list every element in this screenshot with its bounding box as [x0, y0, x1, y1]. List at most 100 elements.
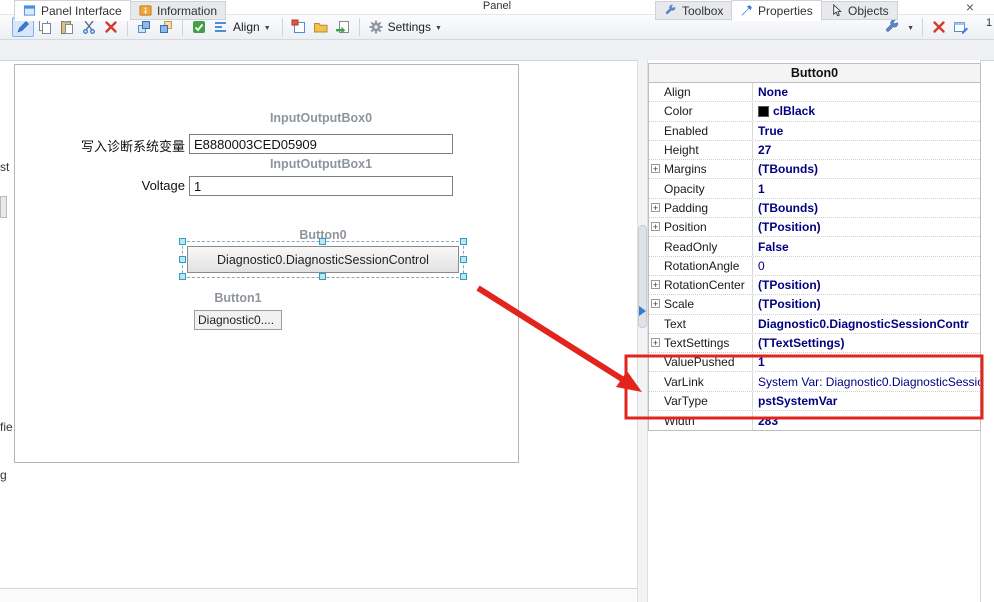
property-value[interactable]: 1: [758, 182, 765, 196]
property-value-cell[interactable]: 283: [753, 411, 980, 430]
resize-handle-bottom-left[interactable]: [179, 273, 186, 280]
property-value-cell[interactable]: None: [753, 83, 980, 101]
splitter-collapse-icon[interactable]: [639, 306, 646, 316]
resize-handle-top-right[interactable]: [460, 238, 467, 245]
expand-icon[interactable]: +: [651, 222, 660, 231]
expand-icon[interactable]: [651, 126, 660, 135]
property-value-cell[interactable]: System Var: Diagnostic0.DiagnosticSessio: [753, 372, 980, 390]
tools-button[interactable]: [881, 17, 903, 37]
expand-icon[interactable]: [651, 396, 660, 405]
resize-handle-top-left[interactable]: [179, 238, 186, 245]
property-value[interactable]: 283: [758, 414, 778, 428]
expand-icon[interactable]: [651, 357, 660, 366]
resize-handle-bottom-center[interactable]: [319, 273, 326, 280]
property-value[interactable]: (TPosition): [758, 297, 821, 311]
property-row[interactable]: ReadOnly False: [649, 237, 980, 256]
expand-icon[interactable]: [651, 87, 660, 96]
property-value[interactable]: System Var: Diagnostic0.DiagnosticSessio: [758, 375, 980, 389]
tab-objects[interactable]: Objects: [821, 1, 898, 20]
property-value[interactable]: (TBounds): [758, 201, 818, 215]
expand-icon[interactable]: [651, 319, 660, 328]
button0[interactable]: Diagnostic0.DiagnosticSessionControl: [187, 246, 459, 273]
property-value-cell[interactable]: pstSystemVar: [753, 392, 980, 410]
expand-icon[interactable]: +: [651, 338, 660, 347]
property-row[interactable]: Color clBlack: [649, 102, 980, 121]
open-button[interactable]: [310, 17, 332, 37]
property-value-cell[interactable]: 0: [753, 257, 980, 275]
property-value-cell[interactable]: (TPosition): [753, 295, 980, 313]
property-value[interactable]: (TPosition): [758, 220, 821, 234]
tab-panel-interface[interactable]: Panel Interface: [14, 0, 131, 21]
expand-icon[interactable]: [651, 106, 660, 115]
property-value-cell[interactable]: (TPosition): [753, 218, 980, 236]
property-value-cell[interactable]: (TPosition): [753, 276, 980, 294]
expand-icon[interactable]: [651, 376, 660, 385]
property-row[interactable]: +RotationCenter (TPosition): [649, 276, 980, 295]
property-row[interactable]: Opacity 1: [649, 179, 980, 198]
property-value[interactable]: False: [758, 240, 789, 254]
inputoutputbox0-field[interactable]: E8880003CED05909: [189, 134, 453, 154]
property-row[interactable]: Height 27: [649, 141, 980, 160]
property-value[interactable]: 27: [758, 143, 771, 157]
align-dropdown-button[interactable]: Align ▼: [210, 17, 277, 37]
expand-icon[interactable]: +: [651, 164, 660, 173]
property-value-cell[interactable]: (TBounds): [753, 199, 980, 217]
button1[interactable]: Diagnostic0....: [194, 310, 282, 330]
resize-handle-middle-left[interactable]: [179, 256, 186, 263]
property-value-cell[interactable]: 1: [753, 353, 980, 371]
property-value-cell[interactable]: (TBounds): [753, 160, 980, 178]
property-row[interactable]: ValuePushed 1: [649, 353, 980, 372]
tab-properties[interactable]: Properties: [731, 0, 822, 21]
property-row[interactable]: Enabled True: [649, 122, 980, 141]
inputoutputbox1-field[interactable]: 1: [189, 176, 453, 196]
expand-icon[interactable]: [651, 183, 660, 192]
property-value-cell[interactable]: (TTextSettings): [753, 334, 980, 352]
property-row[interactable]: +Position (TPosition): [649, 218, 980, 237]
property-value[interactable]: pstSystemVar: [758, 394, 837, 408]
property-value[interactable]: True: [758, 124, 783, 138]
property-value[interactable]: 0: [758, 259, 765, 273]
property-value[interactable]: (TTextSettings): [758, 336, 844, 350]
resize-handle-top-center[interactable]: [319, 238, 326, 245]
remove-panel-button[interactable]: [928, 17, 950, 37]
property-row[interactable]: Text Diagnostic0.DiagnosticSessionContr: [649, 315, 980, 334]
property-row[interactable]: VarType pstSystemVar: [649, 392, 980, 411]
property-row[interactable]: +TextSettings (TTextSettings): [649, 334, 980, 353]
property-value-cell[interactable]: False: [753, 237, 980, 255]
property-value[interactable]: (TBounds): [758, 162, 818, 176]
expand-icon[interactable]: [651, 261, 660, 270]
edit-panel-button[interactable]: [950, 17, 972, 37]
close-button[interactable]: ×: [966, 0, 974, 15]
expand-icon[interactable]: +: [651, 280, 660, 289]
vertical-scrollbar[interactable]: [637, 60, 648, 602]
property-row[interactable]: RotationAngle 0: [649, 257, 980, 276]
tab-information[interactable]: Information: [130, 1, 226, 20]
property-value[interactable]: (TPosition): [758, 278, 821, 292]
property-value[interactable]: clBlack: [773, 104, 815, 118]
property-value-cell[interactable]: 27: [753, 141, 980, 159]
property-row[interactable]: +Scale (TPosition): [649, 295, 980, 314]
property-value-cell[interactable]: 1: [753, 179, 980, 197]
expand-icon[interactable]: [651, 415, 660, 424]
property-row[interactable]: Width 283: [649, 411, 980, 430]
settings-dropdown-button[interactable]: Settings ▼: [365, 17, 448, 37]
expand-icon[interactable]: +: [651, 203, 660, 212]
expand-icon[interactable]: [651, 241, 660, 250]
export-button[interactable]: [332, 17, 354, 37]
bring-to-front-button[interactable]: [133, 17, 155, 37]
property-row[interactable]: Align None: [649, 83, 980, 102]
property-value[interactable]: None: [758, 85, 788, 99]
property-row[interactable]: VarLink System Var: Diagnostic0.Diagnost…: [649, 372, 980, 391]
expand-icon[interactable]: [651, 145, 660, 154]
expand-icon[interactable]: +: [651, 299, 660, 308]
tab-toolbox[interactable]: Toolbox: [655, 1, 732, 20]
property-value-cell[interactable]: Diagnostic0.DiagnosticSessionContr: [753, 315, 980, 333]
resize-handle-bottom-right[interactable]: [460, 273, 467, 280]
resize-handle-middle-right[interactable]: [460, 256, 467, 263]
send-to-back-button[interactable]: [155, 17, 177, 37]
property-row[interactable]: +Padding (TBounds): [649, 199, 980, 218]
property-value-cell[interactable]: True: [753, 122, 980, 140]
property-value-cell[interactable]: clBlack: [753, 102, 980, 120]
property-value[interactable]: 1: [758, 355, 765, 369]
add-panel-button[interactable]: [288, 17, 310, 37]
